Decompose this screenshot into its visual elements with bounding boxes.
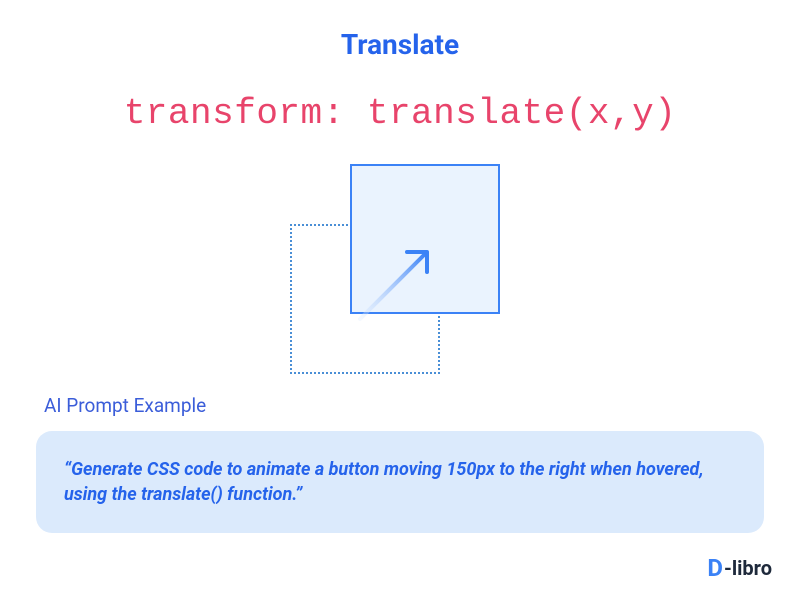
translated-position-box [350, 164, 500, 314]
logo-prefix: D [707, 554, 723, 582]
translate-diagram [250, 164, 550, 384]
section-label: AI Prompt Example [44, 394, 800, 417]
code-syntax: transform: translate(x,y) [0, 93, 800, 134]
brand-logo: D -libro [707, 554, 772, 582]
logo-text: -libro [724, 556, 772, 580]
prompt-example-box: “Generate CSS code to animate a button m… [36, 431, 764, 533]
page-title: Translate [0, 0, 800, 61]
